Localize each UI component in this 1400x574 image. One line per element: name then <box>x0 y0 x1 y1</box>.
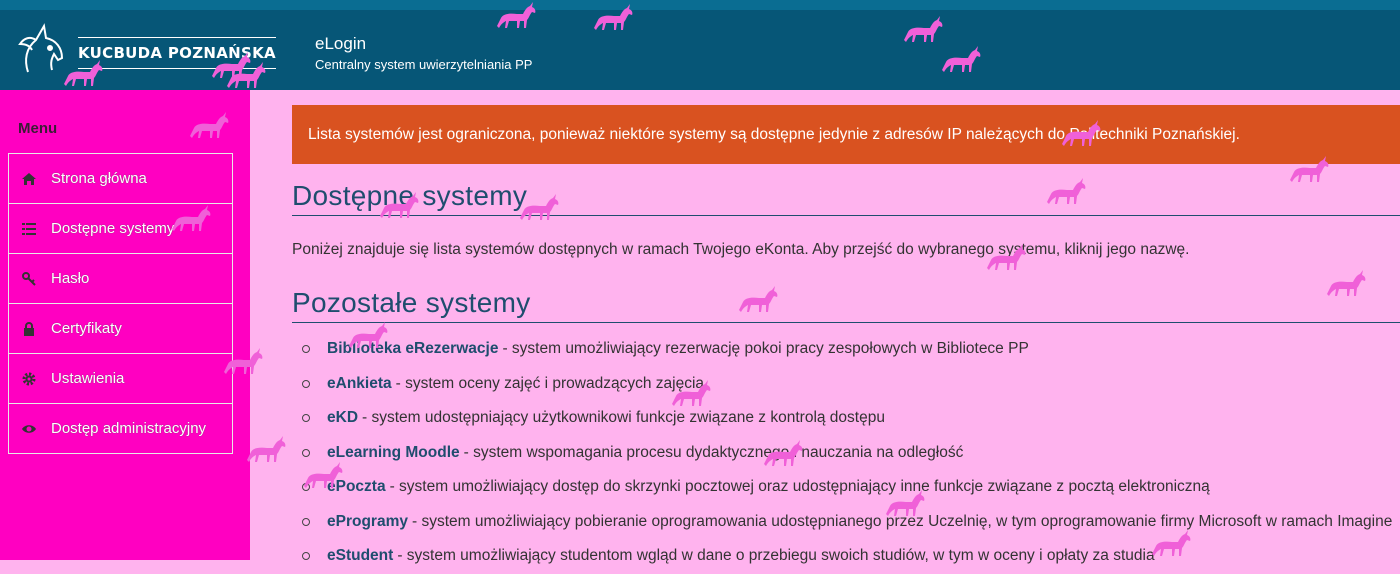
sidebar: Menu Strona główna Dostępne systemy Hasł… <box>0 90 250 560</box>
system-description: - system umożliwiający studentom wgląd w… <box>397 547 1155 565</box>
systems-list: Biblioteka eRezerwacje - system umożliwia… <box>292 332 1400 574</box>
bullet-icon <box>302 448 310 457</box>
bullet-icon <box>302 414 310 423</box>
top-strip <box>0 0 1400 10</box>
bullet-icon <box>302 345 310 354</box>
list-item: eLearning Moodle - system wspomagania pro… <box>292 436 1400 471</box>
list-item: Biblioteka eRezerwacje - system umożliwia… <box>292 332 1400 367</box>
system-link[interactable]: eLearning Moodle <box>327 444 460 462</box>
system-link[interactable]: eAnkieta <box>327 375 392 393</box>
sidebar-item-label: Strona główna <box>51 170 147 187</box>
system-link[interactable]: eProgramy <box>327 513 408 531</box>
bullet-icon <box>302 517 310 526</box>
gear-icon <box>21 371 37 387</box>
app-title: eLogin <box>315 34 367 53</box>
sidebar-item-label: Dostępne systemy <box>51 220 175 237</box>
sidebar-item-settings[interactable]: Ustawienia <box>8 353 233 403</box>
system-link[interactable]: Biblioteka eRezerwacje <box>327 340 498 358</box>
system-description: - system wspomagania procesu dydaktyczne… <box>463 443 964 461</box>
list-item: eProgramy - system umożliwiający pobieran… <box>292 505 1400 540</box>
bullet-icon <box>302 379 310 388</box>
system-description: - system umożliwiający pobieranie oprogr… <box>411 512 1393 530</box>
system-description: - system umożliwiający rezerwację pokoi … <box>502 340 1029 358</box>
list-item: eStudent - system umożliwiający studentom… <box>292 539 1400 574</box>
sidebar-item-label: Hasło <box>51 270 90 287</box>
unicorn-logo-icon <box>14 22 70 83</box>
lock-icon <box>21 321 37 337</box>
header: KUCBUDA POZNAŃSKA eLogin Centralny syste… <box>0 10 1400 90</box>
system-link[interactable]: ePoczta <box>327 478 386 496</box>
eye-icon <box>21 421 37 437</box>
key-icon <box>21 271 37 287</box>
sidebar-item-admin-access[interactable]: Dostęp administracyjny <box>8 403 233 454</box>
system-description: - system umożliwiający dostęp do skrzynk… <box>389 478 1210 496</box>
bullet-icon <box>302 552 310 561</box>
available-systems-heading: Dostępne systemy <box>292 180 1400 216</box>
system-link[interactable]: eKD <box>327 409 358 427</box>
sidebar-menu: Strona główna Dostępne systemy Hasło Cer… <box>8 153 233 454</box>
sidebar-item-label: Certyfikaty <box>51 320 122 337</box>
list-item: ePoczta - system umożliwiający dostęp do … <box>292 470 1400 505</box>
other-systems-heading: Pozostałe systemy <box>292 287 1400 323</box>
logo[interactable]: KUCBUDA POZNAŃSKA <box>14 22 276 83</box>
system-link[interactable]: eStudent <box>327 547 393 565</box>
menu-heading: Menu <box>18 120 58 137</box>
sidebar-item-available-systems[interactable]: Dostępne systemy <box>8 203 233 253</box>
sidebar-item-home[interactable]: Strona główna <box>8 153 233 203</box>
ip-restriction-alert: Lista systemów jest ograniczona, poniewa… <box>292 105 1400 164</box>
sidebar-item-label: Ustawienia <box>51 370 125 387</box>
main-content: Lista systemów jest ograniczona, poniewa… <box>250 90 1400 564</box>
logo-text: KUCBUDA POZNAŃSKA <box>78 36 276 69</box>
home-icon <box>21 171 37 187</box>
intro-text: Poniżej znajduje się lista systemów dost… <box>292 241 1190 258</box>
sidebar-item-label: Dostęp administracyjny <box>51 420 207 437</box>
system-description: - system oceny zajęć i prowadzących zaję… <box>395 374 705 392</box>
sidebar-item-certificates[interactable]: Certyfikaty <box>8 303 233 353</box>
list-item: eAnkieta - system oceny zajęć i prowadząc… <box>292 367 1400 402</box>
bullet-icon <box>302 483 310 492</box>
app-subtitle: Centralny system uwierzytelniania PP <box>315 57 533 72</box>
system-description: - system udostępniający użytkownikowi fu… <box>362 409 885 427</box>
list-icon <box>21 221 37 237</box>
sidebar-item-password[interactable]: Hasło <box>8 253 233 303</box>
list-item: eKD - system udostępniający użytkownikowi… <box>292 401 1400 436</box>
